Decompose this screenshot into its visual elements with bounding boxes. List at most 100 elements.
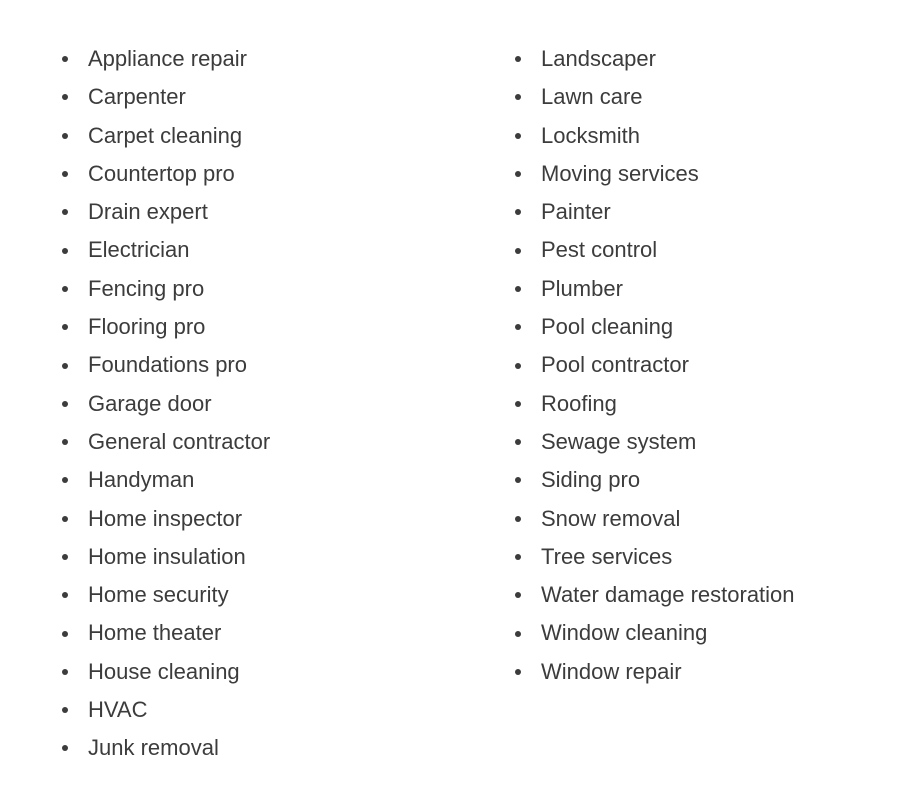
bullet-icon <box>62 439 68 446</box>
list-item-label: Carpet cleaning <box>88 122 243 148</box>
list-item-label: Landscaper <box>541 46 656 71</box>
list-item-label: Home theater <box>88 620 222 646</box>
bullet-icon <box>515 592 521 599</box>
list-item-label: Lawn care <box>541 84 643 110</box>
list-item: Home insulation <box>62 538 270 576</box>
list-item: Window repair <box>515 653 795 691</box>
list-item: Water damage restoration <box>515 576 795 614</box>
bullet-icon <box>515 630 521 637</box>
list-item: Drain expert <box>62 193 270 231</box>
list-item: Appliance repair <box>62 40 270 78</box>
bullet-icon <box>515 515 521 522</box>
list-item-label: Roofing <box>541 390 617 416</box>
list-item-label: Locksmith <box>541 122 641 148</box>
bullet-icon <box>62 171 68 178</box>
bullet-icon <box>62 554 68 560</box>
list-item: Pool cleaning <box>515 308 795 346</box>
list-item-label: Fencing pro <box>88 275 205 301</box>
bullet-icon <box>62 400 68 407</box>
list-item-label: Handyman <box>88 467 195 493</box>
bullet-icon <box>62 515 68 522</box>
list-item-label: Home inspector <box>88 505 243 531</box>
list-item-label: Carpenter <box>88 84 186 110</box>
list-item: Pool contractor <box>515 346 795 384</box>
bullet-icon <box>515 94 521 101</box>
list-item: Locksmith <box>515 117 795 155</box>
list-item: Countertop pro <box>62 155 270 193</box>
list-item-label: Home security <box>88 582 229 608</box>
list-item-label: Countertop pro <box>88 160 235 186</box>
list-item: Lawn care <box>515 78 795 116</box>
list-item-label: Sewage system <box>541 428 697 454</box>
list-item: Pest control <box>515 231 795 269</box>
bullet-icon <box>515 400 521 407</box>
bullet-icon <box>62 56 68 63</box>
list-item: Sewage system <box>515 423 795 461</box>
list-item-label: Home insulation <box>88 543 246 569</box>
list-item: Tree services <box>515 538 795 576</box>
bullet-icon <box>62 707 68 714</box>
bullet-icon <box>62 745 68 752</box>
list-item: Home theater <box>62 614 270 652</box>
bullet-icon <box>515 668 521 675</box>
list-item: Roofing <box>515 385 795 423</box>
bullet-icon <box>62 668 68 675</box>
list-item: Plumber <box>515 270 795 308</box>
list-item-label: Snow removal <box>541 505 681 531</box>
list-item-label: Painter <box>541 199 611 225</box>
list-item-label: House cleaning <box>88 658 240 684</box>
bullet-icon <box>62 477 68 484</box>
list-item-label: Tree services <box>541 543 673 569</box>
services-list-left: Appliance repair Carpenter Carpet cleaning… <box>62 40 270 768</box>
list-item: Flooring pro <box>62 308 270 346</box>
list-item-label: Plumber <box>541 275 623 301</box>
list-item: Junk removal <box>62 729 270 767</box>
list-item-label: Pool contractor <box>541 352 689 378</box>
list-item-label: Junk removal <box>88 735 219 761</box>
list-item: House cleaning <box>62 653 270 691</box>
bullet-icon <box>62 592 68 599</box>
list-item-label: Pest control <box>541 237 658 263</box>
list-item-label: Electrician <box>88 237 190 263</box>
list-item: Window cleaning <box>515 614 795 652</box>
list-item: Painter <box>515 193 795 231</box>
list-item: Carpenter <box>62 78 270 116</box>
list-item-label: Drain expert <box>88 199 208 225</box>
bullet-icon <box>515 56 521 63</box>
list-item: Electrician <box>62 231 270 269</box>
list-item: Handyman <box>62 461 270 499</box>
list-item: Home security <box>62 576 270 614</box>
list-item-label: Water damage restoration <box>541 582 795 608</box>
bullet-icon <box>515 171 521 178</box>
list-item: Foundations pro <box>62 346 270 384</box>
bullet-icon <box>62 630 68 637</box>
bullet-icon <box>515 132 521 139</box>
bullet-icon <box>62 94 68 101</box>
bullet-icon <box>515 247 521 254</box>
list-item: Fencing pro <box>62 270 270 308</box>
list-item: General contractor <box>62 423 270 461</box>
bullet-icon <box>62 324 68 331</box>
list-item: Snow removal <box>515 500 795 538</box>
bullet-icon <box>515 554 521 560</box>
bullet-icon <box>62 247 68 254</box>
bullet-icon <box>62 285 68 292</box>
list-item-label: Window cleaning <box>541 620 708 646</box>
services-list-right: Landscaper Lawn care Locksmith Moving servi… <box>515 40 795 691</box>
list-item-label: Window repair <box>541 658 682 684</box>
list-item: Carpet cleaning <box>62 117 270 155</box>
bullet-icon <box>515 324 521 331</box>
bullet-icon <box>515 439 521 446</box>
bullet-icon <box>515 477 521 484</box>
list-item-label: General contractor <box>88 428 271 454</box>
bullet-icon <box>62 209 68 216</box>
list-item-label: HVAC <box>88 697 148 723</box>
list-item: Garage door <box>62 385 270 423</box>
list-item-label: Garage door <box>88 390 212 416</box>
bullet-icon <box>515 362 521 369</box>
list-item: Siding pro <box>515 461 795 499</box>
list-item-label: Pool cleaning <box>541 314 674 340</box>
list-item-label: Flooring pro <box>88 314 206 340</box>
list-item: Moving services <box>515 155 795 193</box>
bullet-icon <box>515 209 521 216</box>
